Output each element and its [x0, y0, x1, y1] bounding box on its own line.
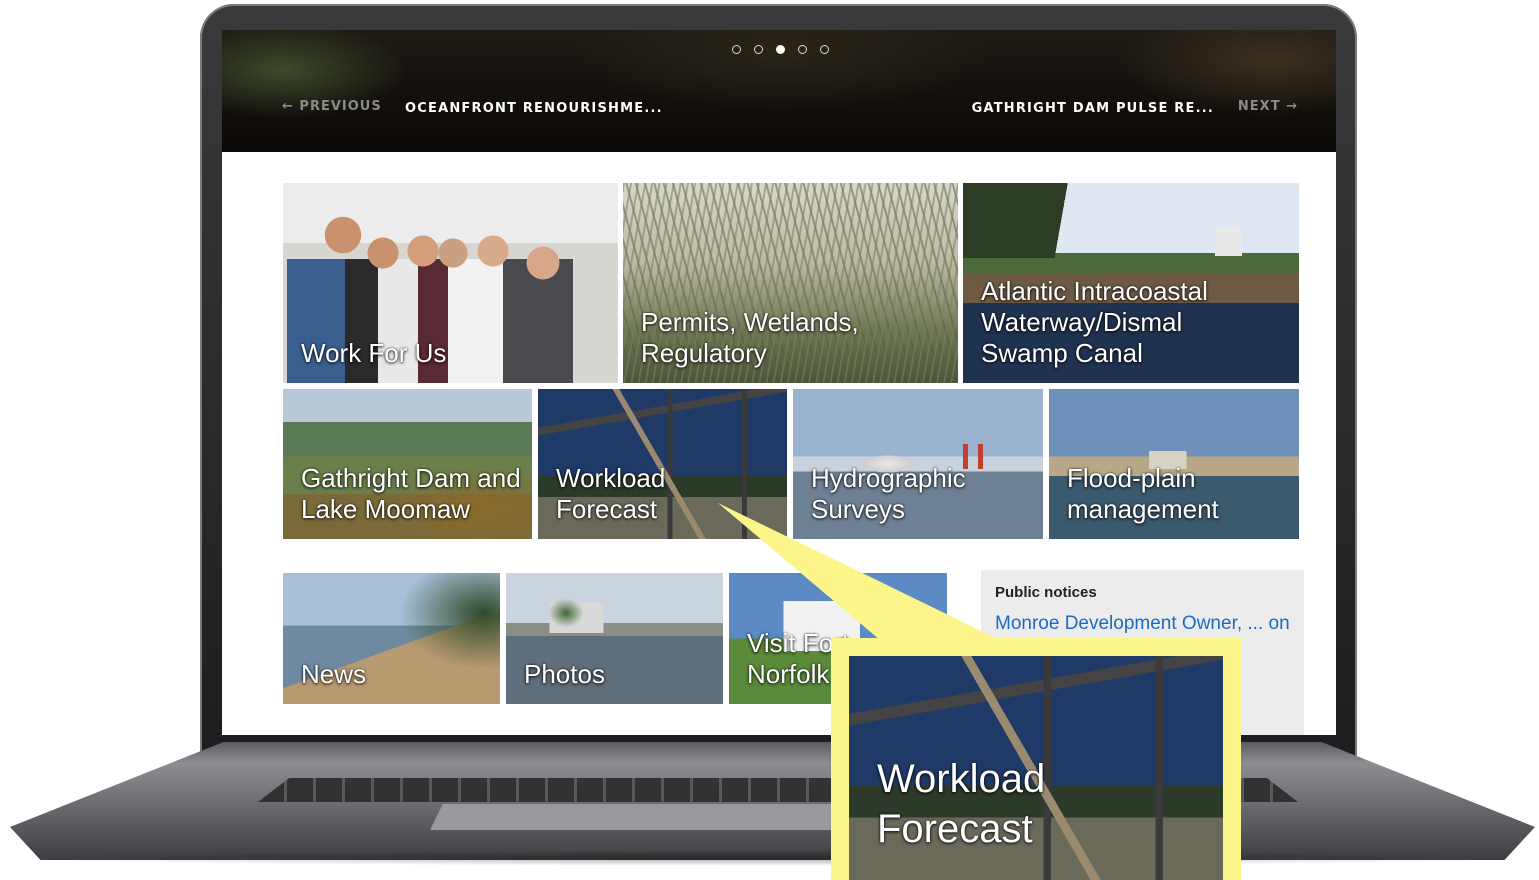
- laptop-screen: ← PREVIOUS OCEANFRONT RENOURISHME... GAT…: [222, 30, 1336, 735]
- carousel-dot-1[interactable]: [732, 45, 741, 54]
- carousel-next-title[interactable]: GATHRIGHT DAM PULSE RE...: [972, 101, 1214, 116]
- tile-workload-forecast[interactable]: Workload Forecast: [538, 389, 787, 539]
- tile-hydrographic-surveys[interactable]: Hydrographic Surveys: [793, 389, 1043, 539]
- carousel-dots: [732, 45, 829, 54]
- tile-news[interactable]: News: [283, 573, 500, 704]
- carousel-dot-3-active[interactable]: [776, 45, 785, 54]
- callout-workload-forecast-tile[interactable]: Workload Forecast: [849, 656, 1223, 880]
- carousel-previous-button[interactable]: ← PREVIOUS: [282, 99, 382, 114]
- laptop-shadow: [10, 850, 1535, 866]
- tile-work-for-us[interactable]: Work For Us: [283, 183, 618, 383]
- tile-label: Atlantic Intracoastal Waterway/Dismal Sw…: [981, 276, 1208, 368]
- zoom-callout: Workload Forecast: [831, 638, 1241, 880]
- tile-label: News: [301, 659, 367, 689]
- tile-label: Workload Forecast: [556, 463, 666, 524]
- carousel-dot-2[interactable]: [754, 45, 763, 54]
- tile-permits-wetlands-regulatory[interactable]: Permits, Wetlands, Regulatory: [623, 183, 958, 383]
- carousel-dot-5[interactable]: [820, 45, 829, 54]
- tile-gathright-dam[interactable]: Gathright Dam and Lake Moomaw: [283, 389, 532, 539]
- tile-label: Work For Us: [301, 338, 447, 368]
- public-notices-title: Public notices: [995, 584, 1097, 601]
- tile-label: Permits, Wetlands, Regulatory: [641, 307, 859, 368]
- carousel-previous-title[interactable]: OCEANFRONT RENOURISHME...: [405, 101, 663, 116]
- callout-label: Workload Forecast: [877, 757, 1046, 851]
- carousel-dot-4[interactable]: [798, 45, 807, 54]
- tile-label: Photos: [524, 659, 605, 689]
- tile-flood-plain-management[interactable]: Flood-plain management: [1049, 389, 1299, 539]
- tile-label: Gathright Dam and Lake Moomaw: [301, 463, 521, 524]
- carousel-next-button[interactable]: NEXT →: [1238, 99, 1298, 114]
- tile-label: Flood-plain management: [1067, 463, 1219, 524]
- tile-label: Hydrographic Surveys: [811, 463, 966, 524]
- hero-carousel: ← PREVIOUS OCEANFRONT RENOURISHME... GAT…: [222, 30, 1336, 152]
- tile-photos[interactable]: Photos: [506, 573, 723, 704]
- tile-atlantic-intracoastal-waterway[interactable]: Atlantic Intracoastal Waterway/Dismal Sw…: [963, 183, 1299, 383]
